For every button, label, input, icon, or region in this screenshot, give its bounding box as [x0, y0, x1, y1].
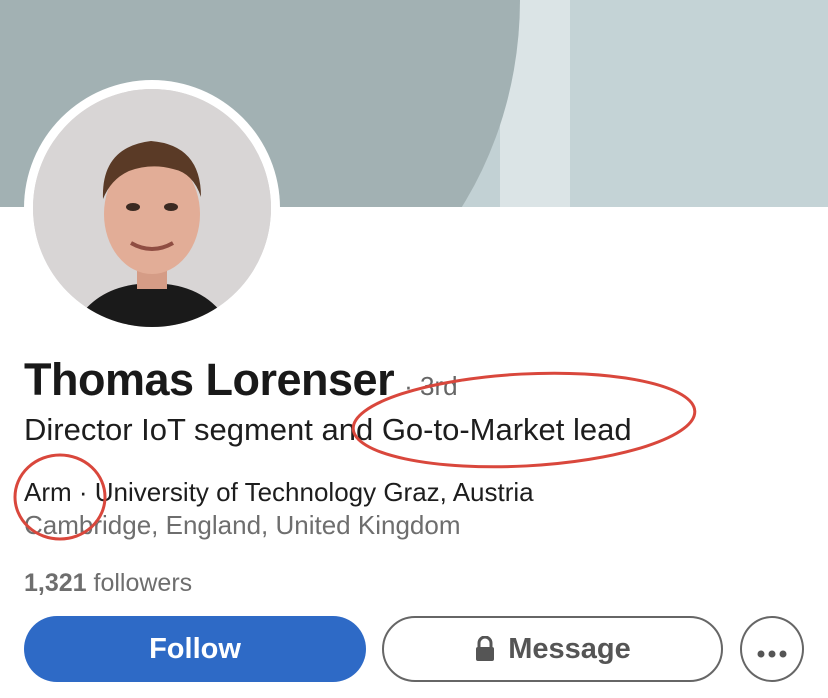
lock-icon: [474, 636, 496, 662]
profile-org-row: Arm · University of Technology Graz, Aus…: [24, 477, 534, 508]
followers-number: 1,321: [24, 569, 87, 597]
org-separator: ·: [71, 477, 95, 507]
message-button[interactable]: Message: [382, 616, 723, 682]
followers-label: followers: [86, 569, 193, 597]
more-actions-button[interactable]: [740, 616, 804, 682]
profile-headline: Director IoT segment and Go-to-Market le…: [24, 412, 632, 447]
avatar[interactable]: [33, 89, 271, 327]
follow-button-label: Follow: [149, 632, 241, 665]
followers-count[interactable]: 1,321 followers: [24, 569, 192, 598]
education-link[interactable]: University of Technology Graz, Austria: [95, 477, 534, 507]
profile-name: Thomas Lorenser: [24, 354, 395, 405]
profile-location: Cambridge, England, United Kingdom: [24, 510, 461, 540]
company-link[interactable]: Arm: [24, 477, 72, 507]
banner-right-panel: [568, 0, 828, 207]
connection-degree: · 3rd: [404, 371, 458, 401]
avatar-photo: [33, 89, 271, 327]
follow-button[interactable]: Follow: [24, 616, 366, 682]
profile-name-row: Thomas Lorenser · 3rd: [24, 354, 458, 406]
ellipsis-icon: [757, 633, 787, 666]
message-button-label: Message: [508, 632, 631, 665]
